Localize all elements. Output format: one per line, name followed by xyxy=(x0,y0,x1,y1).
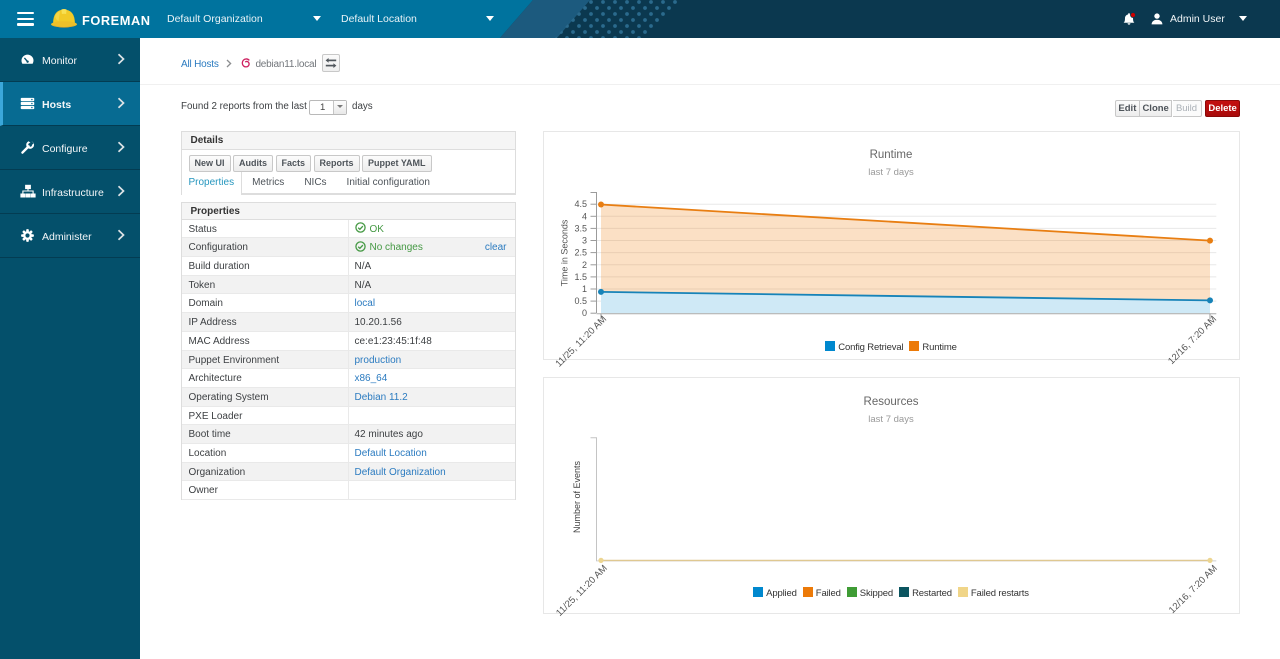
svg-text:12/16, 7:20 AM: 12/16, 7:20 AM xyxy=(1167,563,1220,616)
svg-text:0.5: 0.5 xyxy=(574,296,587,306)
svg-text:1.5: 1.5 xyxy=(574,272,587,282)
svg-text:4.5: 4.5 xyxy=(574,199,587,209)
svg-text:Time in Seconds: Time in Seconds xyxy=(560,219,570,286)
svg-text:3: 3 xyxy=(582,236,587,246)
svg-text:2: 2 xyxy=(582,260,587,270)
svg-text:2.5: 2.5 xyxy=(574,248,587,258)
svg-text:1: 1 xyxy=(582,284,587,294)
svg-text:0: 0 xyxy=(582,308,587,318)
svg-text:11/25, 11:20 AM: 11/25, 11:20 AM xyxy=(553,314,609,370)
svg-text:Number of Events: Number of Events xyxy=(572,460,582,533)
svg-text:4: 4 xyxy=(582,211,587,221)
svg-text:3.5: 3.5 xyxy=(574,223,587,233)
svg-text:11/25, 11:20 AM: 11/25, 11:20 AM xyxy=(554,563,610,619)
